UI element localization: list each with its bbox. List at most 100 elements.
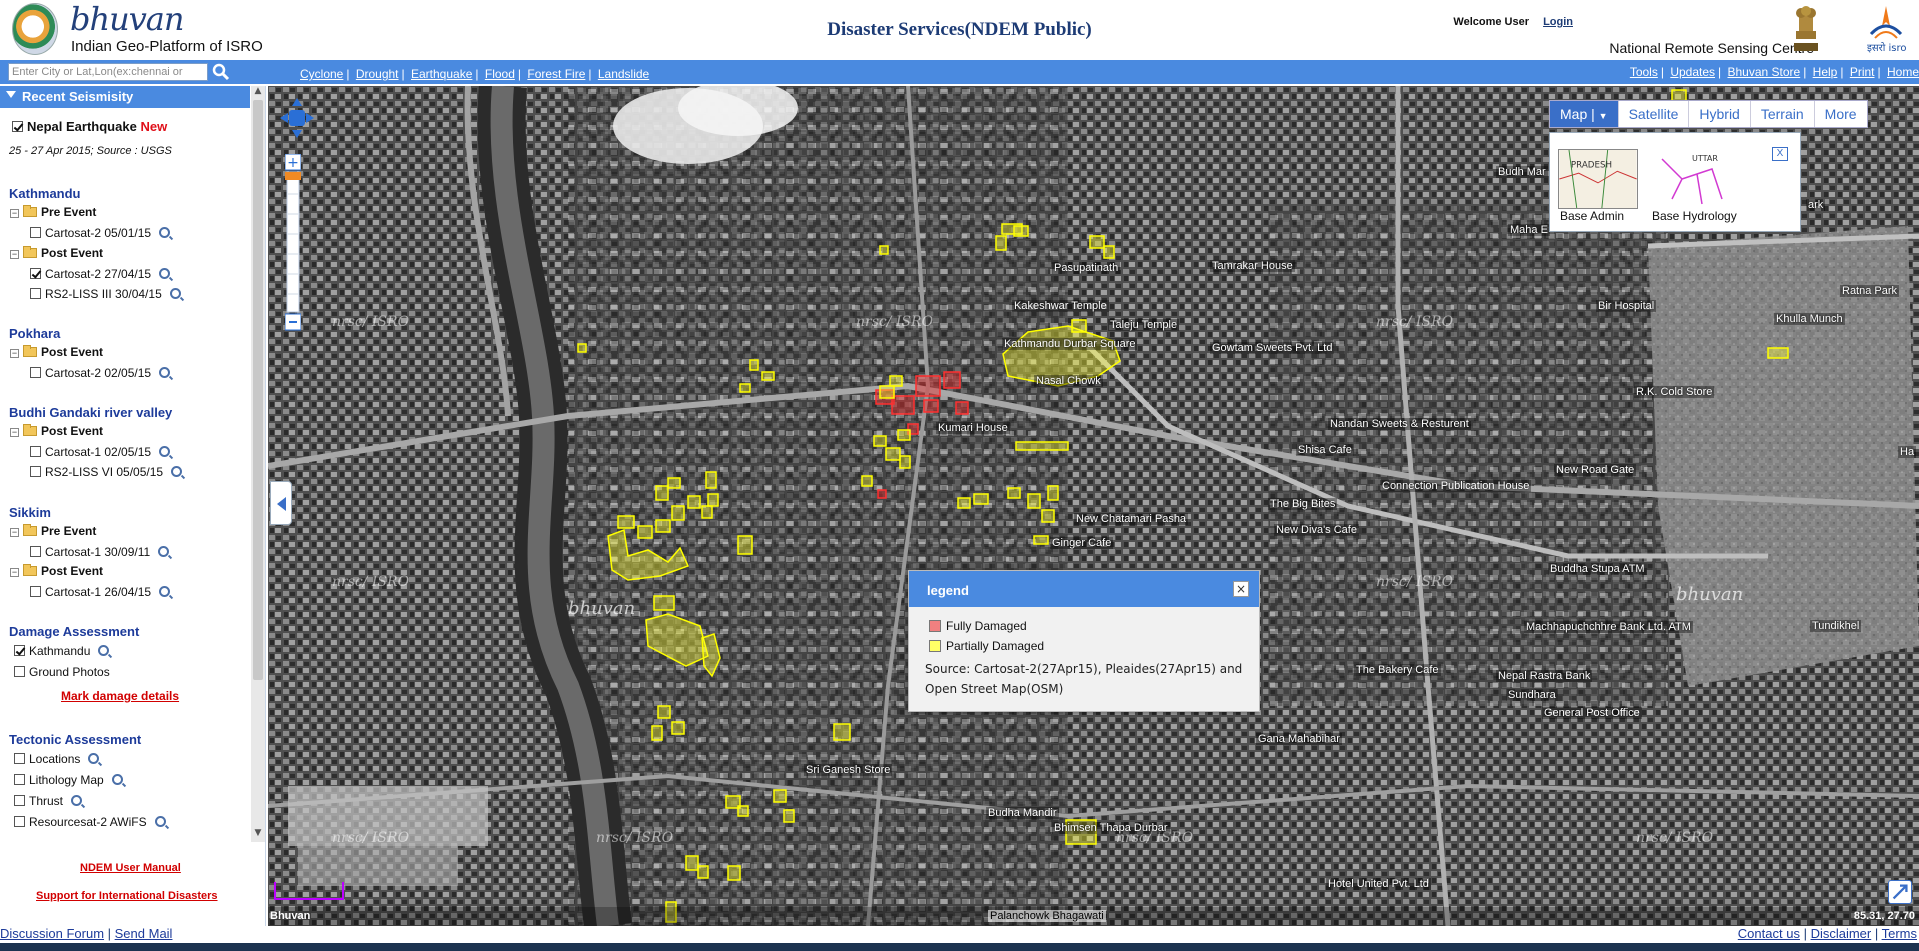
map-canvas[interactable]: bhuvan bhuvan nrsc/ ISRO nrsc/ ISRO nrsc… (268, 86, 1919, 926)
base-hydrology-thumbnail[interactable]: UTTAR (1652, 149, 1732, 209)
layer-item[interactable]: Thrust (14, 794, 83, 808)
zoom-to-layer-icon[interactable] (159, 367, 171, 378)
place-label[interactable]: Nasal Chowk (1034, 375, 1103, 387)
zoom-to-layer-icon[interactable] (159, 446, 171, 457)
layer-item[interactable]: Cartosat-2 05/01/15 (30, 226, 171, 240)
map-type-map[interactable]: Map | ▼ (1550, 101, 1619, 127)
layer-checkbox[interactable] (30, 227, 41, 238)
place-label[interactable]: Ratna Park (1840, 285, 1900, 297)
layer-item[interactable]: Cartosat-2 02/05/15 (30, 366, 171, 380)
place-label[interactable]: Connection Publication House (1380, 480, 1532, 492)
collapse-sidebar-button[interactable] (270, 481, 292, 525)
place-label[interactable]: New Chatamari Pasha (1074, 513, 1189, 525)
tree-expander-icon[interactable]: − (10, 528, 19, 537)
place-label[interactable]: Hotel United Pvt. Ltd (1326, 878, 1431, 890)
nav-landslide[interactable]: Landslide (598, 67, 649, 81)
group-row[interactable]: − Post Event (10, 345, 103, 359)
logo-wordmark[interactable]: bhuvan (70, 0, 184, 38)
place-label[interactable]: Maha E (1508, 224, 1550, 236)
zoom-to-layer-icon[interactable] (154, 816, 166, 827)
place-label[interactable]: Kumari House (936, 422, 1010, 434)
zoom-to-layer-icon[interactable] (71, 795, 83, 806)
base-admin-label[interactable]: Base Admin (1560, 209, 1624, 223)
map-type-hybrid[interactable]: Hybrid (1689, 101, 1751, 127)
place-label[interactable]: Nandan Sweets & Resturent (1328, 418, 1471, 430)
event-checkbox[interactable] (12, 121, 23, 132)
base-hydrology-label[interactable]: Base Hydrology (1652, 209, 1737, 223)
group-row[interactable]: − Post Event (10, 564, 103, 578)
place-label[interactable]: Taleju Temple (1108, 319, 1180, 331)
zoom-to-layer-icon[interactable] (159, 227, 171, 238)
chevron-down-icon[interactable]: ▼ (1599, 111, 1608, 121)
disclaimer-link[interactable]: Disclaimer (1811, 926, 1872, 941)
layer-checkbox[interactable] (14, 816, 25, 827)
nav-cyclone[interactable]: Cyclone (300, 67, 343, 81)
place-label[interactable]: Pasupatinath (1052, 262, 1121, 274)
place-label[interactable]: Shisa Cafe (1296, 444, 1354, 456)
place-label[interactable]: Machhapuchchhre Bank Ltd. ATM (1524, 621, 1693, 633)
layer-checkbox[interactable] (14, 774, 25, 785)
place-label[interactable]: Tamrakar House (1210, 260, 1295, 272)
close-button[interactable]: X (1772, 147, 1788, 161)
layer-item[interactable]: Cartosat-1 02/05/15 (30, 445, 171, 459)
layer-item[interactable]: Lithology Map (14, 773, 123, 787)
legend-close-button[interactable]: × (1233, 581, 1249, 597)
layer-item[interactable]: Kathmandu (14, 644, 110, 658)
contact-us-link[interactable]: Contact us (1738, 926, 1800, 941)
place-label[interactable]: The Big Bites (1268, 498, 1338, 510)
place-label[interactable]: Gowtam Sweets Pvt. Ltd (1210, 342, 1335, 354)
base-admin-thumbnail[interactable]: PRADESH (1558, 149, 1638, 209)
layer-item[interactable]: Locations (14, 752, 100, 766)
place-label[interactable]: Bhimsen Thapa Durbar (1052, 822, 1170, 834)
zoom-slider[interactable]: + (285, 154, 301, 334)
map-type-more[interactable]: More (1815, 101, 1867, 127)
map-type-terrain[interactable]: Terrain (1751, 101, 1815, 127)
login-link[interactable]: Login (1543, 16, 1573, 28)
international-support-link[interactable]: Support for International Disasters (36, 890, 218, 902)
nav-updates[interactable]: Updates (1670, 65, 1715, 79)
place-label[interactable]: Gana Mahabihar (1256, 733, 1342, 745)
place-label[interactable]: Buddha Stupa ATM (1548, 563, 1647, 575)
group-row[interactable]: − Pre Event (10, 205, 96, 219)
place-label[interactable]: Kathmandu Durbar Square (1002, 338, 1138, 350)
place-label[interactable]: New Road Gate (1554, 464, 1637, 476)
place-label[interactable]: Kakeshwar Temple (1012, 300, 1109, 312)
zoom-to-layer-icon[interactable] (171, 466, 183, 477)
zoom-to-layer-icon[interactable] (159, 268, 171, 279)
scroll-down-icon[interactable]: ▼ (251, 828, 265, 842)
zoom-to-layer-icon[interactable] (169, 288, 181, 299)
place-label[interactable]: General Post Office (1542, 707, 1642, 719)
tree-expander-icon[interactable]: − (10, 250, 19, 259)
layer-checkbox[interactable] (14, 753, 25, 764)
tree-expander-icon[interactable]: − (10, 428, 19, 437)
layer-item[interactable]: Ground Photos (14, 665, 110, 679)
layer-item[interactable]: Resourcesat-2 AWiFS (14, 815, 166, 829)
layer-item[interactable]: Cartosat-1 30/09/11 (30, 545, 170, 559)
group-row[interactable]: − Pre Event (10, 524, 96, 538)
layer-item[interactable]: Cartosat-1 26/04/15 (30, 585, 171, 599)
layer-checkbox[interactable] (30, 288, 41, 299)
nav-drought[interactable]: Drought (356, 67, 399, 81)
scroll-up-icon[interactable]: ▲ (251, 86, 265, 100)
nav-home[interactable]: Home (1887, 65, 1919, 79)
layer-checkbox[interactable] (30, 586, 41, 597)
place-label[interactable]: Tundikhel (1810, 620, 1862, 632)
layer-checkbox[interactable] (30, 546, 41, 557)
group-row[interactable]: − Post Event (10, 246, 103, 260)
nav-flood[interactable]: Flood (485, 67, 515, 81)
zoom-to-layer-icon[interactable] (158, 546, 170, 557)
place-label[interactable]: Khulla Munch (1774, 313, 1845, 325)
nav-tools[interactable]: Tools (1630, 65, 1658, 79)
place-label[interactable]: The Bakery Cafe (1354, 664, 1441, 676)
collapse-triangle-icon[interactable] (6, 91, 16, 98)
layer-item[interactable]: RS2-LISS III 30/04/15 (30, 287, 181, 301)
layer-item[interactable]: RS2-LISS VI 05/05/15 (30, 465, 183, 479)
sidebar-scrollbar[interactable]: ▲ ▼ (251, 86, 265, 842)
scrollbar-thumb[interactable] (253, 100, 263, 680)
place-label[interactable]: Ha (1898, 446, 1917, 458)
place-label[interactable]: Budh Mar (1496, 166, 1548, 178)
nav-earthquake[interactable]: Earthquake (411, 67, 472, 81)
tree-expander-icon[interactable]: − (10, 568, 19, 577)
zoom-to-layer-icon[interactable] (111, 774, 123, 785)
layer-checkbox[interactable] (30, 367, 41, 378)
